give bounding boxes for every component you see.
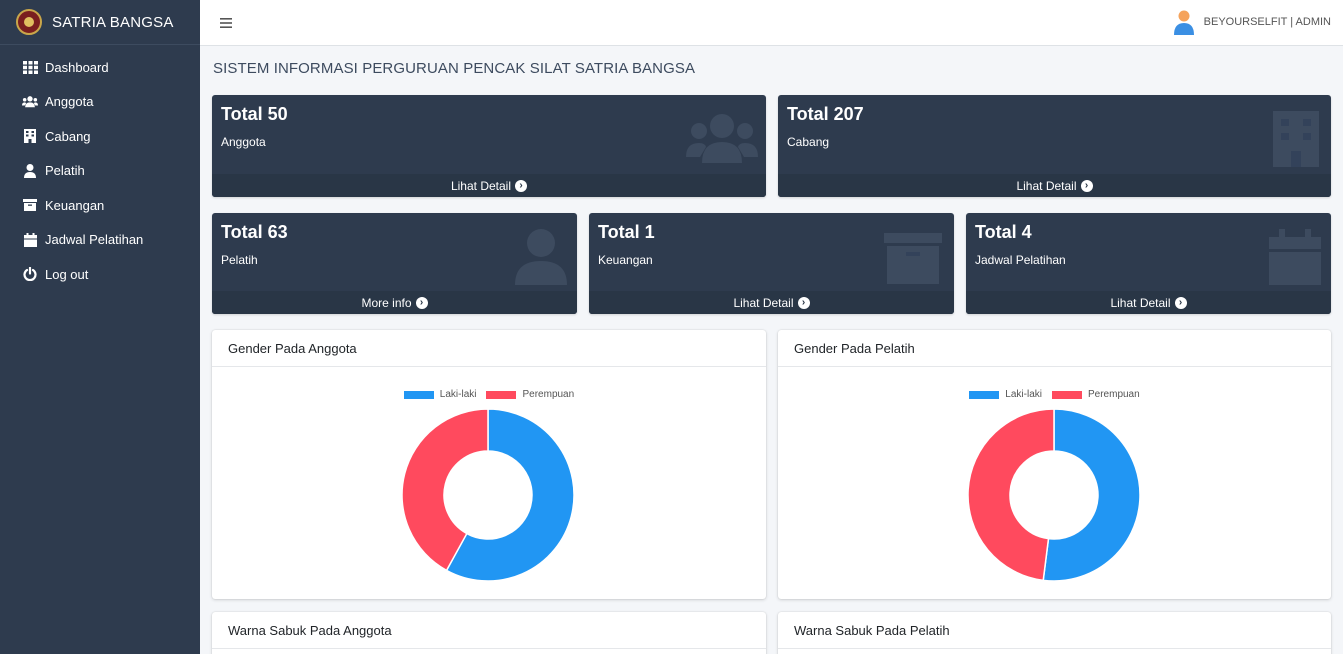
arrow-circle-right-icon: › [797, 296, 810, 309]
stat-detail-label: More info [361, 295, 412, 310]
donut-chart[interactable] [398, 405, 578, 585]
stat-detail-label: Lihat Detail [450, 178, 512, 193]
stat-detail-label: Lihat Detail [1110, 295, 1171, 310]
stat-label: Pelatih [221, 253, 258, 267]
building-icon [1259, 109, 1331, 169]
legend-swatch [969, 390, 1000, 399]
legend-item-perempuan[interactable]: Perempuan [486, 389, 574, 400]
stat-detail-link[interactable]: Lihat Detail › [212, 174, 766, 197]
sidebar-item-label: Cabang [45, 128, 91, 144]
legend-label: Laki-laki [439, 389, 477, 400]
sidebar-item-label: Jadwal Pelatihan [45, 232, 144, 248]
sidebar-item-label: Anggota [45, 94, 94, 110]
stat-total: Total 207 [787, 104, 864, 124]
stat-box-anggota: Total 50 Anggota Lihat Detail › [212, 95, 766, 197]
legend-item-perempuan[interactable]: Perempuan [1051, 389, 1140, 400]
stat-total: Total 1 [598, 222, 655, 242]
legend-swatch [486, 390, 517, 399]
donut-slice-perempuan[interactable] [967, 408, 1055, 582]
archive-box-icon [22, 197, 38, 213]
card-sabuk-pelatih: Warna Sabuk Pada Pelatih [778, 612, 1331, 654]
sidebar-item-cabang[interactable]: Cabang [0, 119, 200, 154]
stat-total: Total 63 [221, 222, 288, 242]
arrow-circle-right-icon: › [415, 296, 428, 309]
user-menu[interactable]: BEYOURSELFIT | ADMIN [1172, 9, 1331, 35]
brand-name: SATRIA BANGSA [52, 13, 174, 31]
legend-item-laki[interactable]: Laki-laki [403, 389, 477, 400]
sidebar-item-jadwal-pelatihan[interactable]: Jadwal Pelatihan [0, 223, 200, 258]
user-icon [501, 227, 573, 287]
arrow-circle-right-icon: › [1174, 296, 1187, 309]
stat-detail-link[interactable]: More info › [212, 291, 577, 314]
arrow-circle-right-icon: › [515, 179, 528, 192]
card-title: Warna Sabuk Pada Anggota [212, 612, 766, 649]
legend-label: Perempuan [522, 389, 575, 400]
donut-chart[interactable] [964, 405, 1144, 585]
stat-label: Jadwal Pelatihan [975, 253, 1066, 267]
power-icon [22, 266, 38, 282]
stat-label: Anggota [221, 135, 266, 149]
sidebar-item-keuangan[interactable]: Keuangan [0, 188, 200, 223]
building-icon [22, 128, 38, 144]
sidebar-item-label: Pelatih [45, 163, 85, 179]
calendar-icon [22, 232, 38, 248]
dashboard-grid-icon [22, 59, 38, 75]
page-title: SISTEM INFORMASI PERGURUAN PENCAK SILAT … [213, 60, 696, 77]
card-title: Gender Pada Anggota [212, 330, 766, 367]
stat-box-jadwal-pelatihan: Total 4 Jadwal Pelatihan Lihat Detail › [966, 213, 1331, 314]
stat-box-pelatih: Total 63 Pelatih More info › [212, 213, 577, 314]
stat-detail-label: Lihat Detail [1016, 178, 1077, 193]
stat-total: Total 4 [975, 222, 1032, 242]
stat-detail-link[interactable]: Lihat Detail › [778, 174, 1331, 197]
sidebar-item-anggota[interactable]: Anggota [0, 85, 200, 120]
arrow-circle-right-icon: › [1080, 179, 1093, 192]
topbar: BEYOURSELFIT | ADMIN [200, 0, 1343, 46]
chart-legend: Laki-laki Perempuan [778, 389, 1331, 400]
hamburger-icon[interactable] [220, 15, 232, 32]
card-sabuk-anggota: Warna Sabuk Pada Anggota [212, 612, 766, 654]
sidebar-item-logout[interactable]: Log out [0, 257, 200, 292]
sidebar-item-label: Log out [45, 266, 89, 282]
sidebar-item-pelatih[interactable]: Pelatih [0, 154, 200, 189]
card-gender-pelatih: Gender Pada Pelatih Laki-laki Perempuan [778, 330, 1331, 599]
legend-item-laki[interactable]: Laki-laki [969, 389, 1042, 400]
archive-box-icon [878, 227, 950, 287]
stat-label: Keuangan [598, 253, 653, 267]
sidebar-item-label: Keuangan [45, 197, 105, 213]
legend-label: Laki-laki [1005, 389, 1042, 400]
sidebar-item-dashboard[interactable]: Dashboard [0, 50, 200, 85]
legend-swatch [403, 390, 434, 399]
stat-box-keuangan: Total 1 Keuangan Lihat Detail › [589, 213, 954, 314]
calendar-icon [1259, 227, 1331, 287]
card-title: Gender Pada Pelatih [778, 330, 1331, 367]
stat-label: Cabang [787, 135, 830, 149]
sidebar-item-label: Dashboard [45, 59, 109, 75]
users-icon [22, 94, 38, 110]
stat-detail-link[interactable]: Lihat Detail › [966, 291, 1331, 314]
stat-total: Total 50 [221, 104, 288, 124]
brand-logo [16, 9, 42, 35]
donut-slice-laki-laki[interactable] [1042, 408, 1141, 582]
legend-swatch [1051, 390, 1082, 399]
user-icon [22, 163, 38, 179]
legend-label: Perempuan [1087, 389, 1140, 400]
user-avatar-icon [1172, 9, 1196, 35]
chart-legend: Laki-laki Perempuan [212, 389, 766, 400]
stat-box-cabang: Total 207 Cabang Lihat Detail › [778, 95, 1331, 197]
sidebar-nav: Dashboard Anggota Cabang Pelatih Keuanga… [0, 45, 200, 292]
user-name: BEYOURSELFIT | ADMIN [1203, 16, 1331, 28]
brand[interactable]: SATRIA BANGSA [0, 0, 200, 45]
stat-detail-link[interactable]: Lihat Detail › [589, 291, 954, 314]
users-icon [686, 109, 758, 169]
sidebar: SATRIA BANGSA Dashboard Anggota Cabang P… [0, 0, 200, 654]
card-gender-anggota: Gender Pada Anggota Laki-laki Perempuan [212, 330, 766, 599]
stat-detail-label: Lihat Detail [733, 295, 794, 310]
card-title: Warna Sabuk Pada Pelatih [778, 612, 1331, 649]
